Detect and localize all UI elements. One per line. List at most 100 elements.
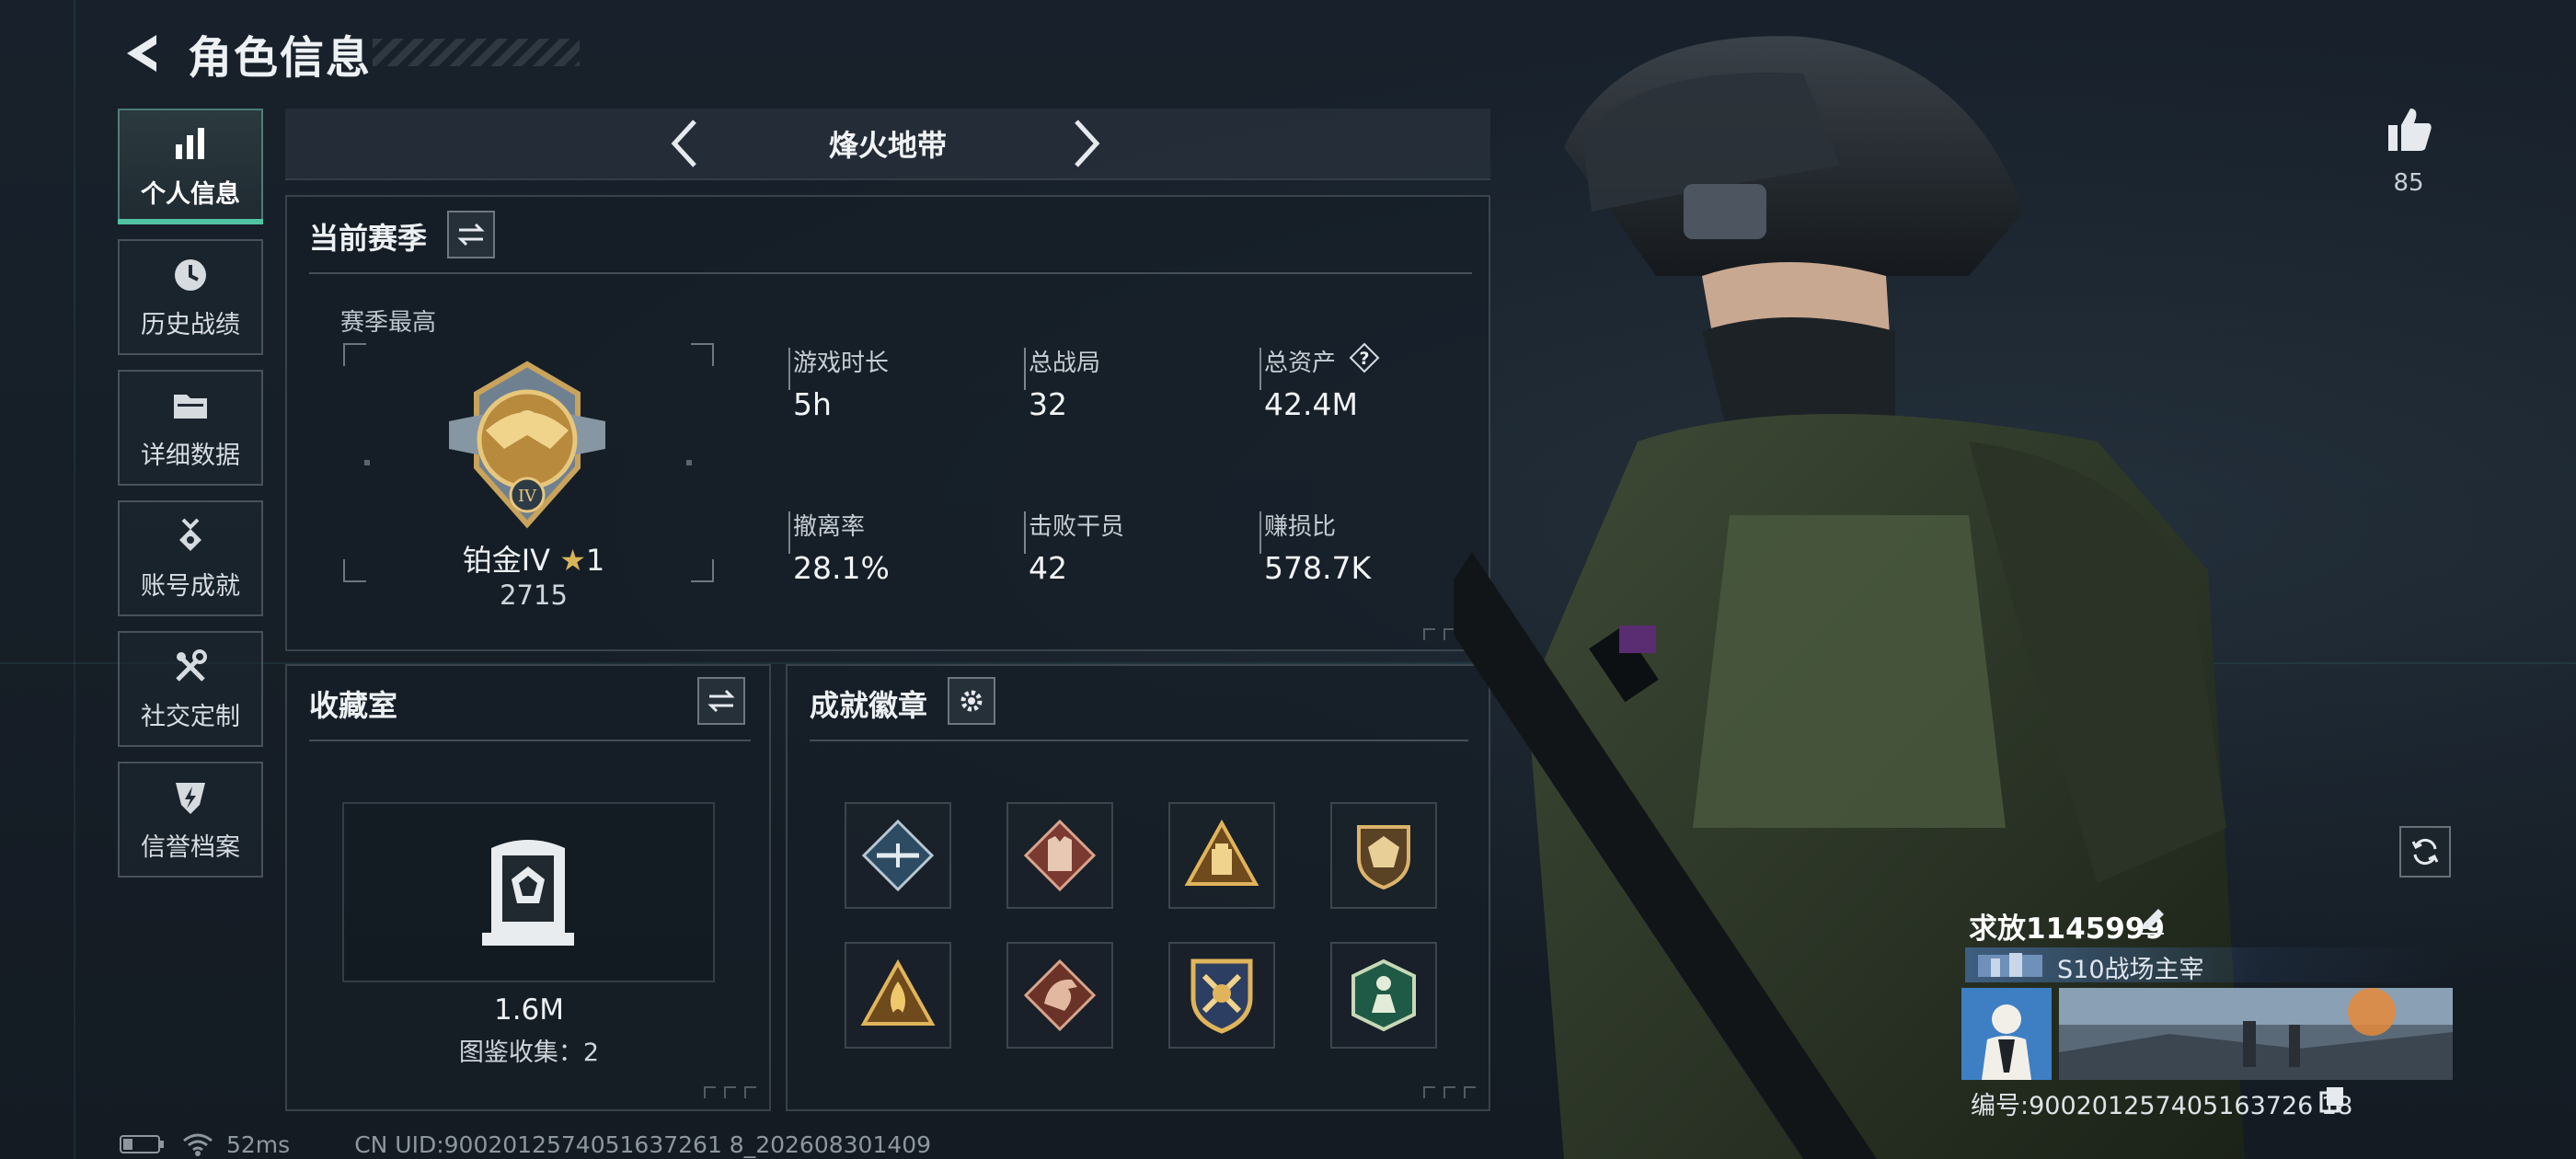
header: 角色信息	[120, 18, 372, 88]
sidebar-item-label: 账号成就	[141, 571, 240, 601]
stat-value-total-assets: 42.4M	[1264, 386, 1358, 422]
player-banner[interactable]	[2059, 988, 2453, 1080]
stat-value-profit-ratio: 578.7K	[1264, 550, 1372, 586]
chevron-right-icon[interactable]	[1067, 116, 1104, 171]
flame-badge-icon	[860, 958, 936, 1026]
achievement-badge[interactable]	[1168, 802, 1275, 909]
thumbs-up-icon[interactable]	[2383, 103, 2434, 155]
stat-label-playtime: 游戏时长	[793, 350, 890, 377]
season-best-label: 赛季最高	[340, 309, 437, 337]
stat-divider	[1024, 511, 1026, 554]
back-arrow-icon[interactable]	[120, 29, 167, 77]
divider	[309, 740, 751, 741]
achievements-settings-button[interactable]	[948, 677, 995, 725]
display-case-icon	[482, 840, 574, 946]
ping-value: 52ms	[226, 1130, 291, 1158]
sidebar-item-history[interactable]: 历史战绩	[118, 239, 263, 355]
achievement-badge[interactable]	[1330, 802, 1437, 909]
stat-label-total-assets: 总资产	[1264, 350, 1337, 377]
refresh-button[interactable]	[2399, 826, 2451, 878]
paratrooper-badge-icon	[861, 819, 935, 892]
tools-icon	[176, 648, 207, 682]
soldier-badge-icon	[1351, 958, 1416, 1032]
armor-vest-badge-icon	[1023, 819, 1097, 892]
player-title: S10战场主宰	[2057, 956, 2204, 984]
stat-value-total-matches: 32	[1029, 386, 1067, 422]
swap-arrows-icon	[457, 223, 485, 247]
stat-label-total-matches: 总战局	[1029, 350, 1101, 377]
collection-title: 收藏室	[309, 688, 398, 723]
rank-points: 2715	[500, 580, 568, 611]
status-bar: 52ms CN UID:9002012574051637261 8_202608…	[120, 1130, 931, 1159]
current-season-title: 当前赛季	[309, 221, 428, 256]
collection-value: 1.6M	[493, 993, 565, 1027]
chevron-left-icon[interactable]	[667, 116, 704, 171]
title-decoration	[373, 39, 580, 66]
player-avatar[interactable]	[1961, 988, 2052, 1080]
page-title: 角色信息	[188, 32, 373, 84]
explosive-badge-icon	[1184, 819, 1259, 886]
sidebar-item-detailed-data[interactable]: 详细数据	[118, 370, 263, 486]
dice-shield-badge-icon	[1357, 825, 1410, 890]
edit-pencil-icon[interactable]	[2136, 905, 2168, 936]
operator-character-model	[1454, 36, 2245, 1159]
sidebar-item-social-custom[interactable]: 社交定制	[118, 631, 263, 747]
rank-name: 铂金IV ★1	[405, 537, 662, 580]
stat-value-extract-rate: 28.1%	[793, 550, 890, 586]
refresh-icon	[2411, 838, 2439, 866]
account-uid: CN UID:9002012574051637261 8_20260830140…	[354, 1130, 932, 1158]
collection-display-frame[interactable]	[342, 802, 715, 982]
medal-icon	[179, 518, 201, 551]
stat-divider	[788, 348, 790, 390]
sidebar-item-label: 社交定制	[141, 702, 240, 731]
rank-stars: 1	[585, 543, 605, 578]
achievement-badge[interactable]	[1330, 942, 1437, 1049]
sidebar-item-credit-record[interactable]: 信誉档案	[118, 762, 263, 878]
divider	[810, 740, 1468, 741]
stat-label-extract-rate: 撤离率	[793, 513, 866, 541]
clock-icon	[175, 258, 206, 291]
shield-bolt-icon	[176, 782, 205, 814]
stat-divider	[1259, 511, 1261, 554]
sidebar: 个人信息 历史战绩 详细数据 账号成就 社交定制 信誉档案	[118, 109, 265, 892]
stat-value-playtime: 5h	[793, 386, 832, 422]
achievements-title: 成就徽章	[810, 688, 928, 723]
achievement-badge[interactable]	[845, 802, 951, 909]
copy-icon[interactable]	[2318, 1085, 2346, 1113]
corner-decoration	[704, 1086, 756, 1098]
achievement-badge[interactable]	[1006, 942, 1113, 1049]
stat-label-kills: 击败干员	[1029, 513, 1125, 541]
like-count: 85	[2393, 169, 2424, 197]
achievement-badge[interactable]	[845, 942, 951, 1049]
svg-text:?: ?	[1359, 349, 1369, 369]
divider	[309, 272, 1472, 274]
stat-divider	[1024, 348, 1026, 390]
svg-text:IV: IV	[518, 487, 537, 506]
bg-grid-line	[74, 0, 75, 1159]
wifi-icon	[183, 1133, 213, 1156]
mode-label: 烽火地带	[828, 128, 947, 163]
stat-value-kills: 42	[1029, 550, 1067, 586]
sidebar-item-label: 信誉档案	[141, 832, 240, 862]
sidebar-item-achievements[interactable]: 账号成就	[118, 500, 263, 616]
sidebar-item-label: 详细数据	[141, 441, 240, 470]
season-swap-button[interactable]	[447, 211, 495, 258]
stat-divider	[1259, 348, 1261, 390]
mode-switcher: 烽火地带	[285, 109, 1490, 180]
sidebar-item-personal-info[interactable]: 个人信息	[118, 109, 263, 224]
achievement-badge[interactable]	[1006, 802, 1113, 909]
achievement-badge[interactable]	[1168, 942, 1275, 1049]
crossed-weapons-badge-icon	[1190, 958, 1253, 1034]
swap-arrows-icon	[707, 689, 735, 713]
sidebar-item-label: 个人信息	[141, 179, 240, 209]
gear-icon	[960, 690, 983, 712]
collection-swap-button[interactable]	[697, 677, 745, 725]
sidebar-item-label: 历史战绩	[141, 310, 240, 339]
bar-chart-icon	[176, 127, 204, 159]
help-icon[interactable]: ?	[1349, 342, 1380, 373]
stat-divider	[788, 511, 790, 554]
star-icon: ★	[559, 543, 586, 578]
dragon-badge-icon	[1023, 958, 1097, 1032]
battery-icon	[120, 1135, 164, 1153]
player-id: 编号:900201257405163726 18	[1971, 1092, 2353, 1120]
